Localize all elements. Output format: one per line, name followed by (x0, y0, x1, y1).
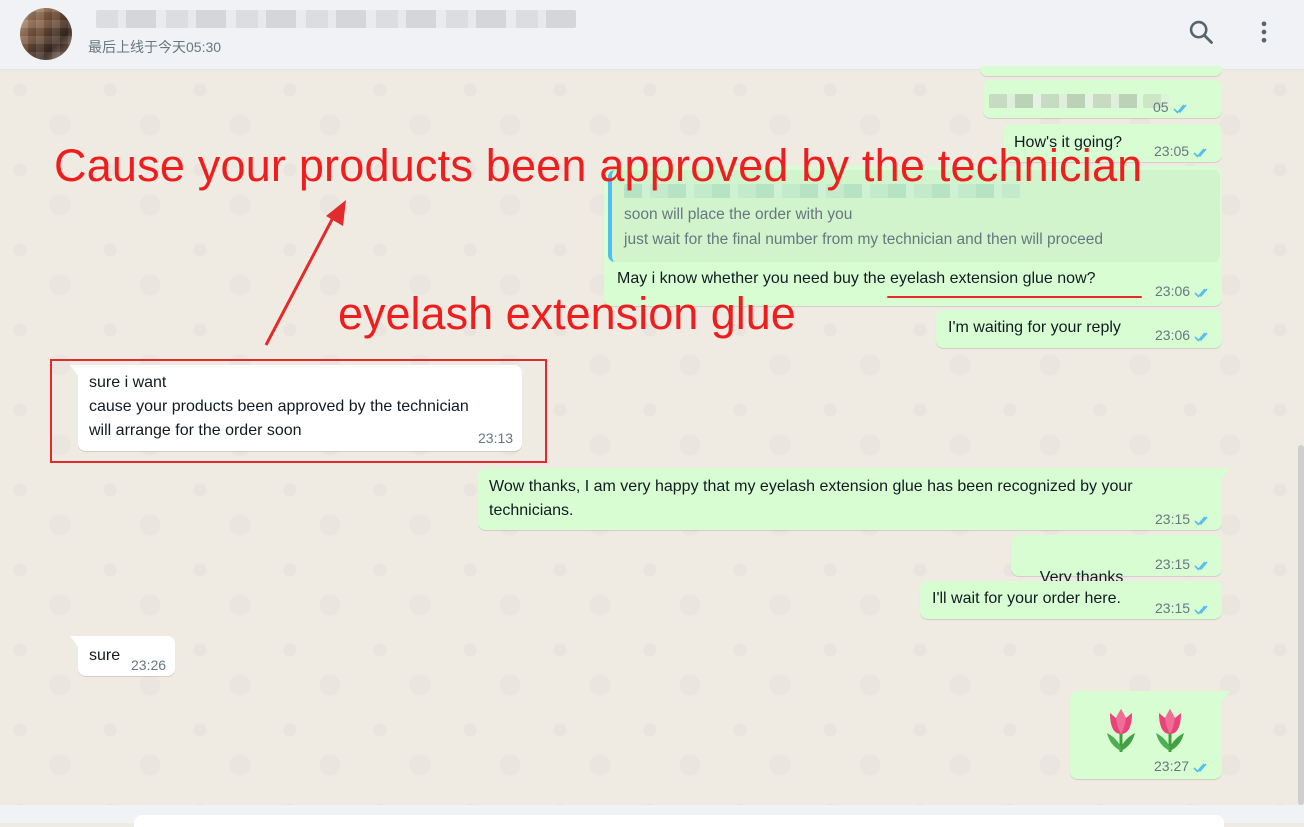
message-bubble-outgoing[interactable]: I'm waiting for your reply 23:06 (936, 310, 1222, 348)
message-line: Wow thanks, I am very happy that my eyel… (489, 478, 1133, 495)
message-meta: 05 (1153, 99, 1191, 115)
message-text: I'm waiting for your reply (948, 319, 1121, 336)
message-meta: 23:15 (1155, 600, 1212, 616)
message-bubble-blurred[interactable]: 05 (983, 80, 1222, 118)
message-text: sure (89, 647, 121, 664)
message-meta: 23:15 (1155, 556, 1212, 572)
message-meta: 23:15 (1155, 511, 1212, 527)
search-icon[interactable] (1187, 18, 1215, 46)
last-seen-status: 最后上线于今天05:30 (88, 39, 222, 55)
menu-icon[interactable] (1250, 18, 1278, 46)
message-bubble-outgoing[interactable]: Wow thanks, I am very happy that my eyel… (478, 468, 1230, 530)
message-text: May i know whether you need buy the eyel… (617, 270, 1096, 287)
message-meta: 23:06 (1155, 283, 1212, 299)
contact-avatar[interactable] (20, 8, 72, 60)
message-bubble-outgoing[interactable]: Very thanks 23:15 (1011, 535, 1222, 612)
double-check-icon (1194, 332, 1208, 342)
quoted-line: soon will place the order with you (624, 206, 853, 223)
double-check-icon (1194, 561, 1208, 571)
annotation-underline (887, 296, 1142, 298)
double-check-icon (1193, 148, 1207, 158)
tulip-icon (1156, 709, 1184, 752)
message-time: 23:15 (1155, 511, 1191, 527)
message-bubble-outgoing[interactable]: I'll wait for your order here. 23:15 (920, 581, 1222, 619)
message-text: I'll wait for your order here. (932, 590, 1121, 607)
double-check-icon (1193, 763, 1207, 773)
message-time: 23:05 (1154, 143, 1190, 159)
message-time: 23:15 (1155, 600, 1191, 616)
double-check-icon (1194, 516, 1208, 526)
message-time: 23:27 (1154, 758, 1190, 774)
chat-scrollbar[interactable] (1298, 445, 1304, 805)
message-time: 05 (1153, 99, 1169, 115)
message-time: 23:06 (1155, 327, 1191, 343)
double-check-icon (1173, 104, 1187, 114)
message-time: 23:26 (131, 657, 167, 673)
annotation-headline: Cause your products been approved by the… (54, 140, 1143, 191)
message-line: technicians. (489, 502, 574, 519)
message-meta: 23:05 (1154, 143, 1211, 159)
blurred-text (989, 94, 1139, 108)
message-time: 23:06 (1155, 283, 1191, 299)
contact-name-blurred[interactable] (96, 10, 576, 28)
quoted-line: just wait for the final number from my t… (624, 231, 1104, 248)
double-check-icon (1194, 605, 1208, 615)
message-meta: 23:06 (1155, 327, 1212, 343)
tulip-icon (1107, 709, 1135, 752)
double-check-icon (1194, 288, 1208, 298)
chat-header: 最后上线于今天05:30 (0, 0, 1304, 70)
message-meta: 23:27 (1154, 758, 1211, 774)
annotation-highlight-box (50, 359, 547, 463)
message-input[interactable] (134, 815, 1224, 827)
message-bubble-incoming[interactable]: sure 23:26 (70, 636, 175, 676)
annotation-glue-label: eyelash extension glue (338, 288, 796, 339)
message-bubble-partial[interactable] (980, 66, 1222, 76)
message-time: 23:15 (1155, 556, 1191, 572)
message-bubble-outgoing-emoji[interactable]: 23:27 (1070, 691, 1230, 779)
